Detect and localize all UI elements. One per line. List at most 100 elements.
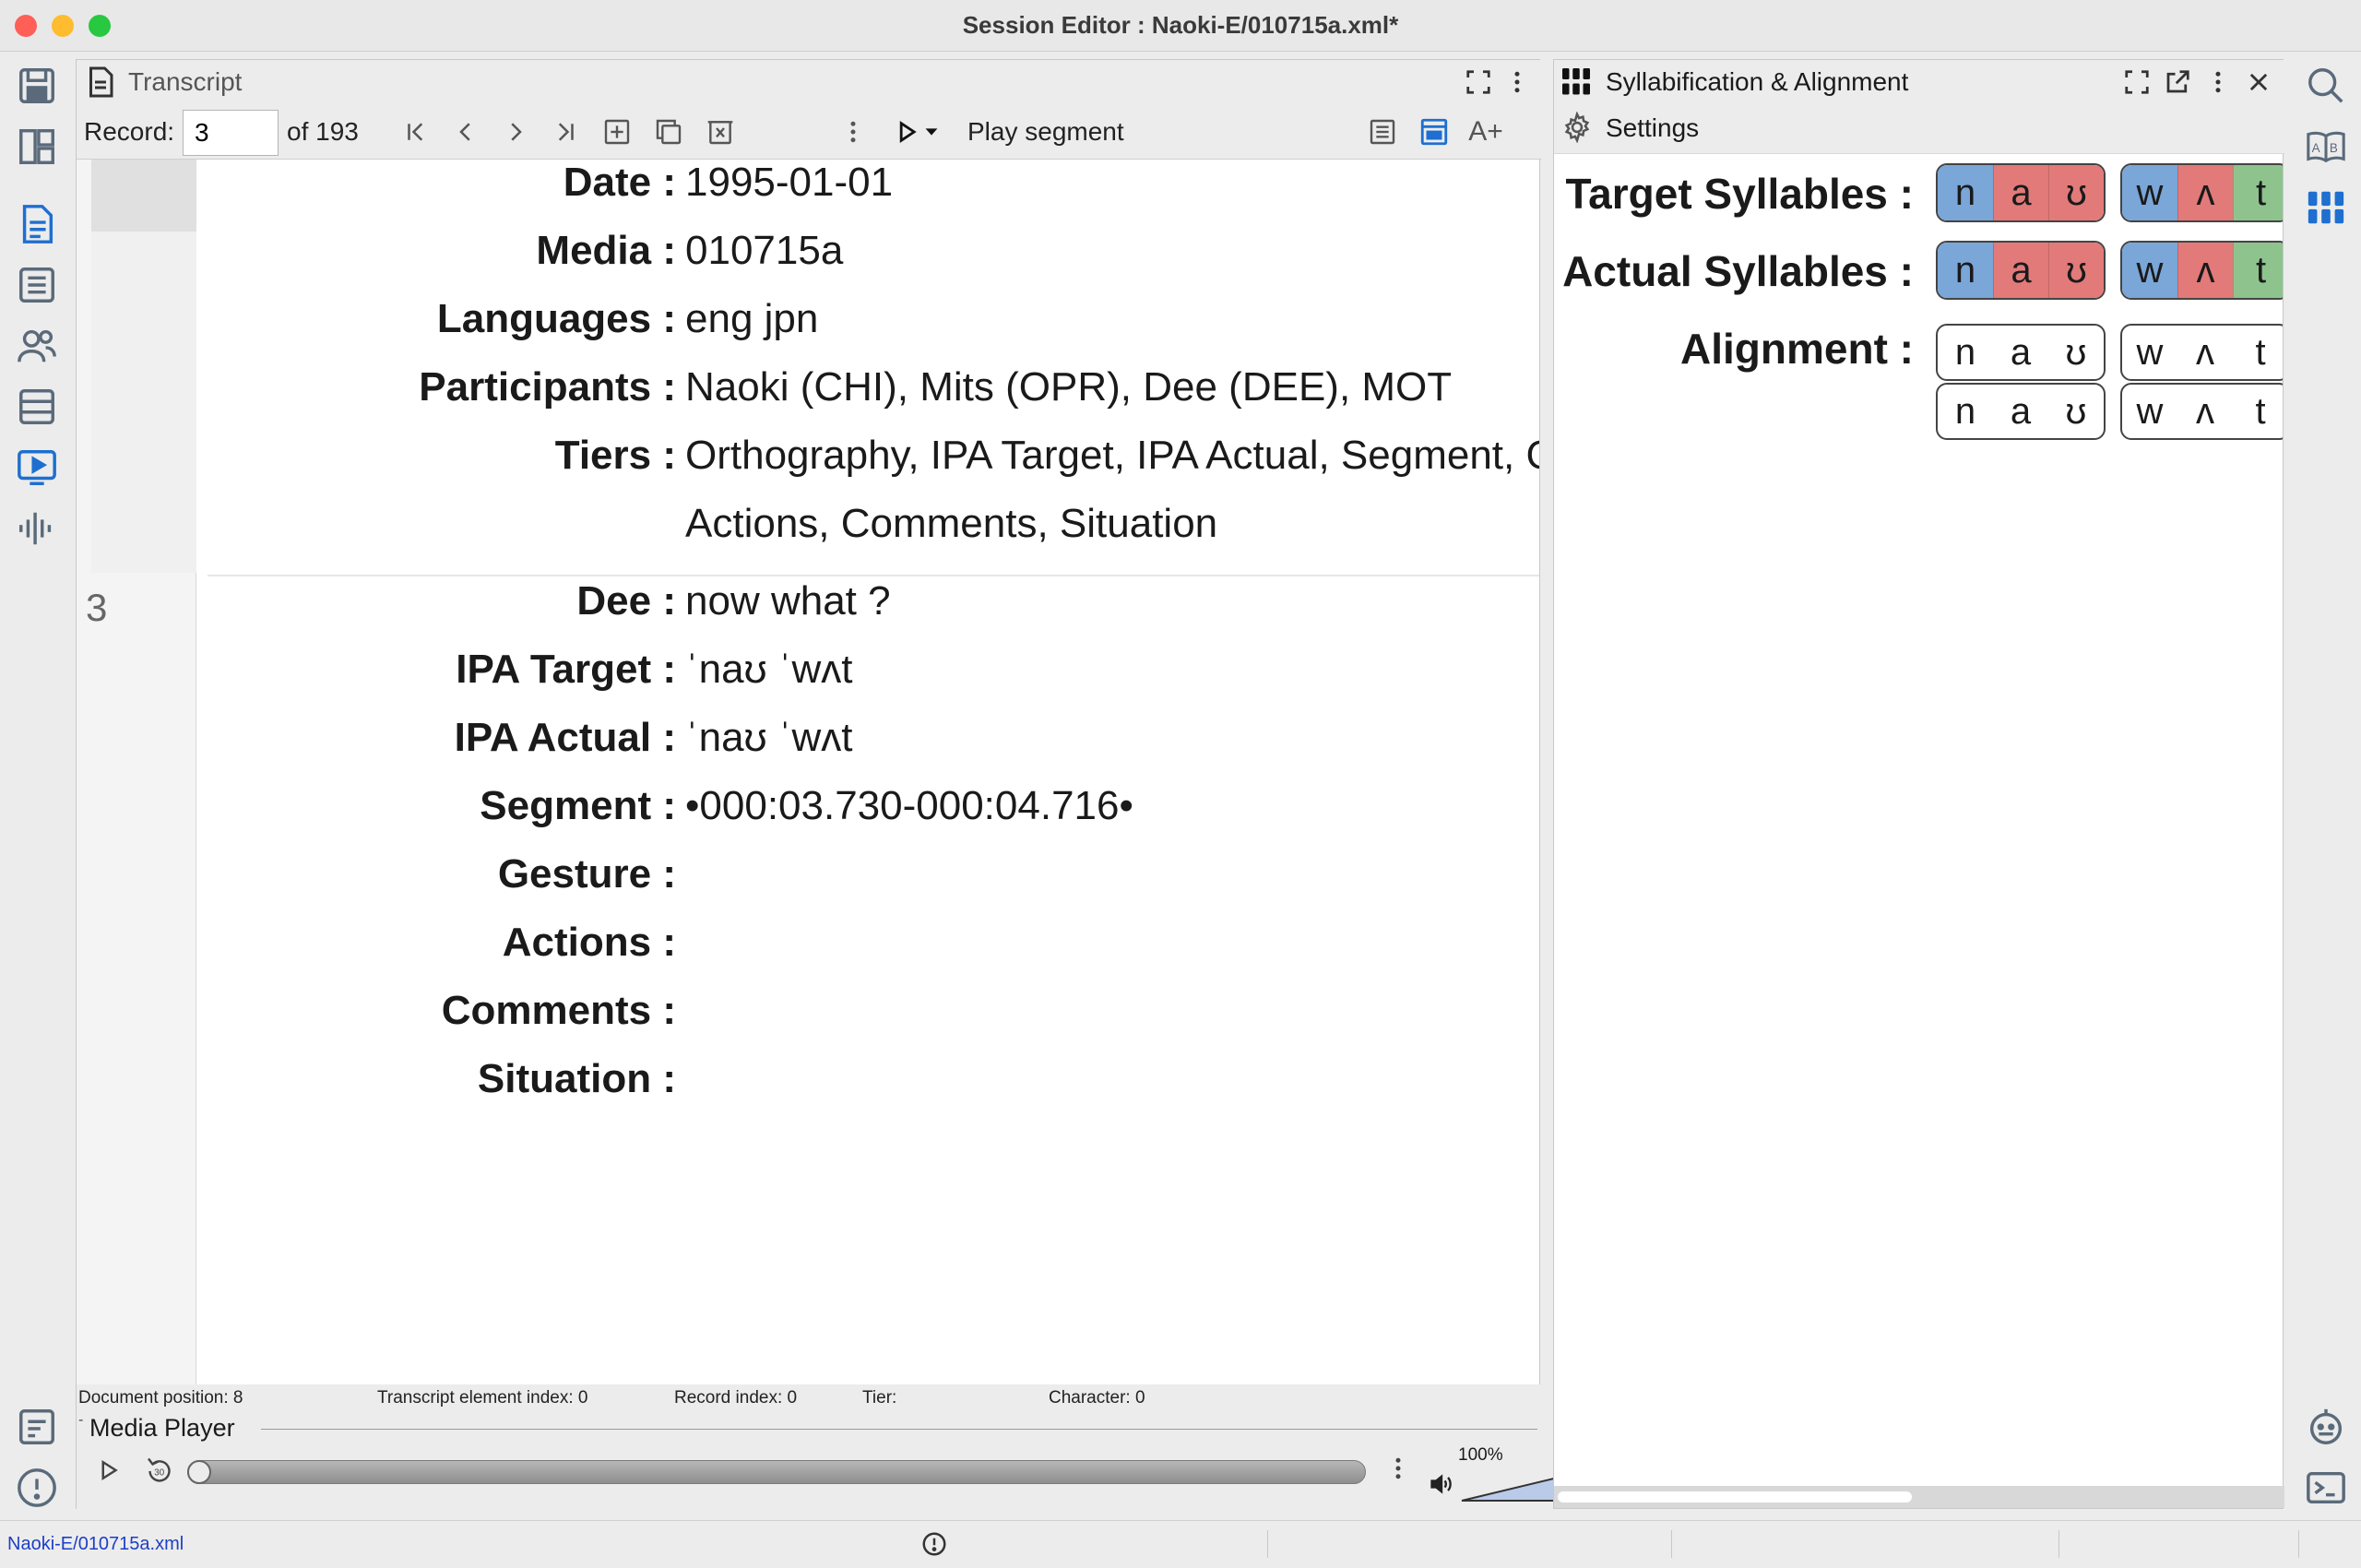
alignment-group[interactable]: wʌt: [2120, 383, 2283, 440]
participants-value[interactable]: Naoki (CHI), Mits (OPR), Dee (DEE), MOT: [685, 364, 1452, 410]
layout-icon[interactable]: [13, 123, 61, 171]
transcript-panel: Transcript Record: of 193: [76, 59, 1608, 1510]
line-gutter: 3: [77, 160, 196, 1384]
actual-phone[interactable]: t: [2233, 243, 2283, 298]
alignment-group[interactable]: wʌt: [2120, 324, 2283, 381]
transcript-panel-title: Transcript: [128, 67, 243, 96]
actual-phone[interactable]: w: [2122, 243, 2177, 298]
record-list-icon[interactable]: [13, 261, 61, 309]
maximize-icon[interactable]: [2117, 62, 2157, 102]
target-phone[interactable]: n: [1938, 165, 1993, 220]
skip-back-icon[interactable]: 30: [143, 1455, 180, 1491]
actual-phone[interactable]: ʌ: [2177, 243, 2233, 298]
target-phone[interactable]: a: [1993, 165, 2048, 220]
alignment-group[interactable]: naʊ: [1936, 324, 2106, 381]
participants-icon[interactable]: [13, 322, 61, 370]
target-phone[interactable]: ʌ: [2177, 165, 2233, 220]
actual-phone[interactable]: n: [1938, 243, 1993, 298]
actual-syllable[interactable]: wʌt: [2120, 241, 2283, 300]
date-value[interactable]: 1995-01-01: [685, 160, 893, 206]
alignment-phone[interactable]: a: [1993, 326, 2048, 379]
target-phone[interactable]: t: [2233, 165, 2283, 220]
next-record-icon[interactable]: [495, 112, 536, 152]
syllabification-icon[interactable]: [2302, 184, 2350, 232]
dictionary-icon[interactable]: AB: [2302, 123, 2350, 171]
horizontal-scrollbar[interactable]: [1554, 1486, 2284, 1508]
alignment-phone[interactable]: w: [2122, 326, 2177, 379]
alignment-phone[interactable]: n: [1938, 326, 1993, 379]
gutter-highlight: [91, 160, 196, 232]
languages-value[interactable]: eng jpn: [685, 296, 818, 342]
tiers-value[interactable]: Orthography, IPA Target, IPA Actual, Seg…: [685, 433, 1539, 479]
duplicate-record-icon[interactable]: [648, 112, 689, 152]
font-size-icon[interactable]: A+: [1465, 112, 1506, 152]
terminal-icon[interactable]: [2302, 1464, 2350, 1512]
previous-record-icon[interactable]: [445, 112, 486, 152]
actual-syllables: naʊwʌt: [1936, 241, 2283, 302]
info-icon[interactable]: [920, 1530, 950, 1560]
segment-value[interactable]: •000:03.730-000:04.716•: [685, 783, 1133, 829]
file-path-link[interactable]: Naoki-E/010715a.xml: [7, 1534, 184, 1555]
actual-phone[interactable]: ʊ: [2048, 243, 2104, 298]
actual-syllable[interactable]: naʊ: [1936, 241, 2106, 300]
list-view-icon[interactable]: [1362, 112, 1403, 152]
waveform-icon[interactable]: [13, 505, 61, 552]
record-menu-icon[interactable]: [833, 112, 873, 152]
play-segment-button[interactable]: Play segment: [967, 117, 1124, 147]
search-icon[interactable]: [2302, 62, 2350, 110]
alignment-phone[interactable]: a: [1993, 385, 2048, 438]
alignment-phone[interactable]: n: [1938, 385, 1993, 438]
target-phone[interactable]: ʊ: [2048, 165, 2104, 220]
delete-record-icon[interactable]: [700, 112, 741, 152]
media-player-icon[interactable]: [13, 444, 61, 492]
alignment-phone[interactable]: ʊ: [2048, 385, 2104, 438]
target-syllables: naʊwʌt: [1936, 163, 2283, 224]
scrollbar-thumb[interactable]: [1558, 1491, 1912, 1503]
alignment-phone[interactable]: ʌ: [2177, 385, 2233, 438]
panel-menu-icon[interactable]: [1497, 62, 1537, 102]
chevron-down-icon[interactable]: [918, 112, 945, 152]
maximize-icon[interactable]: [1458, 62, 1499, 102]
alignment-phone[interactable]: w: [2122, 385, 2177, 438]
gesture-label: Gesture :: [497, 851, 676, 897]
ipa-actual-value[interactable]: ˈnaʊ ˈwʌt: [685, 715, 852, 761]
panel-menu-icon[interactable]: [2198, 62, 2238, 102]
target-syllable[interactable]: wʌt: [2120, 163, 2283, 222]
tiers-value-line2[interactable]: Actions, Comments, Situation: [685, 501, 1217, 547]
gear-icon[interactable]: [1561, 111, 1596, 147]
ipa-target-value[interactable]: ˈnaʊ ˈwʌt: [685, 647, 852, 693]
assistant-icon[interactable]: [2302, 1403, 2350, 1451]
alignment-phone[interactable]: t: [2233, 326, 2283, 379]
add-record-icon[interactable]: [597, 112, 637, 152]
media-menu-icon[interactable]: [1384, 1455, 1418, 1488]
transcript-view-icon[interactable]: [13, 200, 61, 248]
alignment-group[interactable]: naʊ: [1936, 383, 2106, 440]
seek-handle[interactable]: [187, 1460, 211, 1484]
media-play-icon[interactable]: [95, 1456, 128, 1490]
orthography-value[interactable]: now what ?: [685, 578, 891, 624]
media-value[interactable]: 010715a: [685, 228, 843, 274]
media-seek-bar[interactable]: [187, 1460, 1366, 1484]
volume-icon[interactable]: [1429, 1471, 1456, 1499]
notes-icon[interactable]: [13, 1403, 61, 1451]
participants-label: Participants :: [419, 364, 676, 410]
record-number-input[interactable]: [183, 110, 279, 156]
close-icon[interactable]: [2238, 62, 2279, 102]
warning-icon[interactable]: [13, 1464, 61, 1512]
alignment-phone[interactable]: ʌ: [2177, 326, 2233, 379]
collapse-toggle[interactable]: -: [78, 1412, 83, 1429]
alignment-phone[interactable]: ʊ: [2048, 326, 2104, 379]
alignment-phone[interactable]: t: [2233, 385, 2283, 438]
target-phone[interactable]: w: [2122, 165, 2177, 220]
tier-management-icon[interactable]: [13, 383, 61, 431]
external-window-icon[interactable]: [2157, 62, 2198, 102]
target-syllable[interactable]: naʊ: [1936, 163, 2106, 222]
settings-button[interactable]: Settings: [1606, 113, 1699, 143]
first-record-icon[interactable]: [396, 112, 436, 152]
target-syllables-label: Target Syllables :: [1565, 170, 1914, 218]
header-toggle-icon[interactable]: [1414, 112, 1454, 152]
document-position: Document position: 8: [78, 1388, 243, 1408]
actual-phone[interactable]: a: [1993, 243, 2048, 298]
save-icon[interactable]: [13, 62, 61, 110]
last-record-icon[interactable]: [545, 112, 586, 152]
